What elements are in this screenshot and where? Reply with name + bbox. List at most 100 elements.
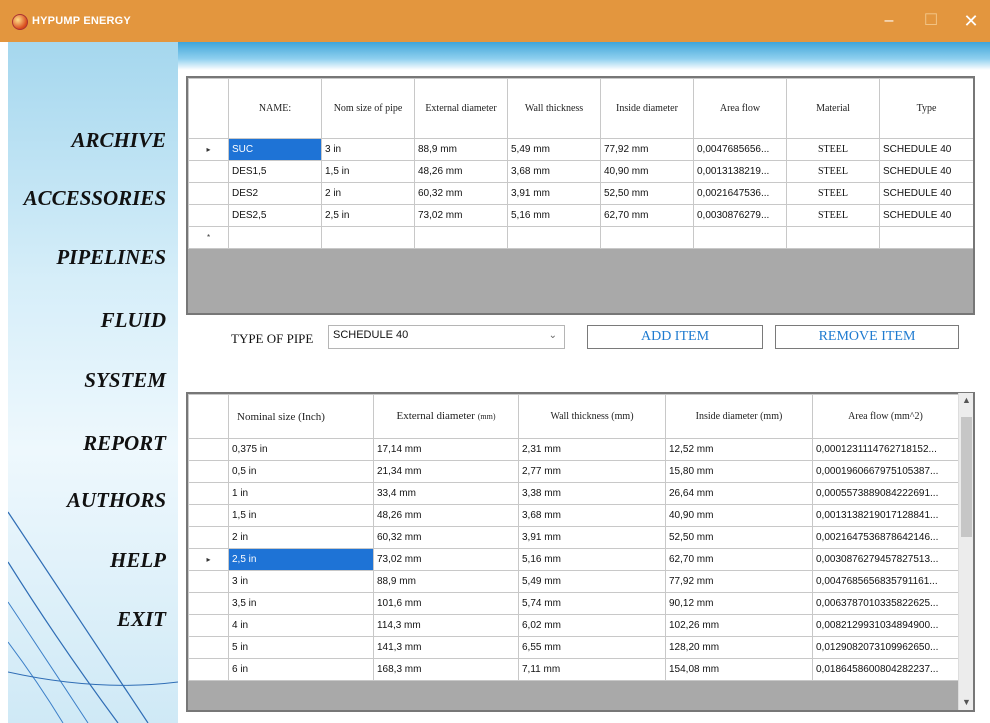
table-cell[interactable]: DES1,5: [228, 160, 322, 183]
table-row[interactable]: DES2 2 in 60,32 mm 3,91 mm 52,50 mm 0,00…: [188, 182, 973, 205]
minimize-button[interactable]: ‒: [874, 8, 904, 34]
column-header[interactable]: Wall thickness: [507, 78, 601, 139]
remove-item-button[interactable]: REMOVE ITEM: [775, 325, 959, 349]
nav-archive[interactable]: ARCHIVE: [71, 128, 166, 153]
scrollbar-thumb[interactable]: [961, 417, 972, 537]
table-cell[interactable]: 2,5 in: [321, 204, 415, 227]
table-cell[interactable]: DES2: [228, 182, 322, 205]
table-cell[interactable]: SCHEDULE 40: [879, 204, 973, 227]
table-cell[interactable]: 15,80 mm: [665, 460, 813, 483]
column-header[interactable]: Area flow: [693, 78, 787, 139]
new-row[interactable]: *: [188, 226, 973, 249]
table-cell[interactable]: 0,0001960667975105387...: [812, 460, 959, 483]
table-cell[interactable]: 3,68 mm: [507, 160, 601, 183]
table-cell[interactable]: 48,26 mm: [373, 504, 519, 527]
row-header[interactable]: [188, 460, 229, 483]
table-cell[interactable]: 48,26 mm: [414, 160, 508, 183]
table-cell[interactable]: 52,50 mm: [600, 182, 694, 205]
nav-report[interactable]: REPORT: [83, 431, 166, 456]
type-of-pipe-select[interactable]: SCHEDULE 40 ⌄: [328, 325, 565, 349]
table-cell[interactable]: 2,77 mm: [518, 460, 666, 483]
table-cell[interactable]: 40,90 mm: [665, 504, 813, 527]
column-header[interactable]: NAME:: [228, 78, 322, 139]
table-cell[interactable]: [321, 226, 415, 249]
table-cell[interactable]: 0,5 in: [228, 460, 374, 483]
table-cell[interactable]: SCHEDULE 40: [879, 160, 973, 183]
table-cell[interactable]: SCHEDULE 40: [879, 138, 973, 161]
row-header[interactable]: [188, 204, 229, 227]
table-cell[interactable]: 0,0030876279...: [693, 204, 787, 227]
table-cell[interactable]: 0,0047685656...: [693, 138, 787, 161]
table-cell[interactable]: 168,3 mm: [373, 658, 519, 681]
table-cell[interactable]: 62,70 mm: [600, 204, 694, 227]
table-cell[interactable]: 1,5 in: [321, 160, 415, 183]
table-cell[interactable]: [693, 226, 787, 249]
table-cell[interactable]: 114,3 mm: [373, 614, 519, 637]
table-cell[interactable]: 26,64 mm: [665, 482, 813, 505]
table-cell[interactable]: 7,11 mm: [518, 658, 666, 681]
table-cell[interactable]: 0,0129082073109962650...: [812, 636, 959, 659]
table-cell[interactable]: 77,92 mm: [665, 570, 813, 593]
table-cell[interactable]: [228, 226, 322, 249]
table-cell[interactable]: 5,16 mm: [507, 204, 601, 227]
table-cell[interactable]: 101,6 mm: [373, 592, 519, 615]
table-cell[interactable]: 4 in: [228, 614, 374, 637]
nav-pipelines[interactable]: PIPELINES: [56, 245, 166, 270]
table-row[interactable]: 1,5 in 48,26 mm 3,68 mm 40,90 mm 0,001313821…: [188, 504, 959, 527]
nav-system[interactable]: SYSTEM: [84, 368, 166, 393]
table-row[interactable]: ▸ 2,5 in 73,02 mm 5,16 mm 62,70 mm 0,00308762…: [188, 548, 959, 571]
nav-help[interactable]: HELP: [110, 548, 166, 573]
table-cell[interactable]: [414, 226, 508, 249]
column-header[interactable]: Material: [786, 78, 880, 139]
table-cell[interactable]: [507, 226, 601, 249]
table-cell[interactable]: 102,26 mm: [665, 614, 813, 637]
column-header[interactable]: External diameter (mm): [373, 394, 519, 439]
table-cell[interactable]: 141,3 mm: [373, 636, 519, 659]
pipe-sizes-grid[interactable]: Nominal size (Inch) External diameter (m…: [186, 392, 975, 712]
table-cell[interactable]: 3,68 mm: [518, 504, 666, 527]
row-header[interactable]: [188, 160, 229, 183]
new-row-indicator[interactable]: *: [188, 226, 229, 249]
table-row[interactable]: DES2,5 2,5 in 73,02 mm 5,16 mm 62,70 mm …: [188, 204, 973, 227]
table-cell[interactable]: [786, 226, 880, 249]
table-cell[interactable]: 60,32 mm: [373, 526, 519, 549]
row-header[interactable]: [188, 614, 229, 637]
table-row[interactable]: 5 in 141,3 mm 6,55 mm 128,20 mm 0,0129082073…: [188, 636, 959, 659]
column-header[interactable]: Area flow (mm^2): [812, 394, 959, 439]
table-cell[interactable]: 12,52 mm: [665, 438, 813, 461]
table-cell[interactable]: SCHEDULE 40: [879, 182, 973, 205]
column-header[interactable]: Wall thickness (mm): [518, 394, 666, 439]
table-cell[interactable]: 3,91 mm: [507, 182, 601, 205]
table-row[interactable]: 6 in 168,3 mm 7,11 mm 154,08 mm 0,0186458600…: [188, 658, 959, 681]
maximize-button[interactable]: ☐: [916, 8, 946, 34]
table-cell[interactable]: 3 in: [228, 570, 374, 593]
table-cell[interactable]: 62,70 mm: [665, 548, 813, 571]
vertical-scrollbar[interactable]: ▲ ▼: [958, 393, 973, 710]
table-cell[interactable]: 5,16 mm: [518, 548, 666, 571]
table-cell[interactable]: 3 in: [321, 138, 415, 161]
row-header[interactable]: [188, 570, 229, 593]
table-row[interactable]: 0,5 in 21,34 mm 2,77 mm 15,80 mm 0,000196066…: [188, 460, 959, 483]
nav-authors[interactable]: AUTHORS: [67, 488, 166, 513]
table-cell[interactable]: 88,9 mm: [373, 570, 519, 593]
table-row[interactable]: DES1,5 1,5 in 48,26 mm 3,68 mm 40,90 mm …: [188, 160, 973, 183]
row-header[interactable]: [188, 658, 229, 681]
column-header[interactable]: External diameter: [414, 78, 508, 139]
row-header[interactable]: [188, 438, 229, 461]
table-cell[interactable]: 88,9 mm: [414, 138, 508, 161]
table-cell[interactable]: 1,5 in: [228, 504, 374, 527]
table-cell[interactable]: 5,74 mm: [518, 592, 666, 615]
nav-fluid[interactable]: FLUID: [101, 308, 166, 333]
pipes-grid[interactable]: NAME: Nom size of pipe External diameter…: [186, 76, 975, 315]
table-cell[interactable]: 0,0021647536...: [693, 182, 787, 205]
table-cell[interactable]: SUC: [228, 138, 322, 161]
column-header[interactable]: Nominal size (Inch): [228, 394, 374, 439]
table-cell[interactable]: 5 in: [228, 636, 374, 659]
row-header[interactable]: [188, 182, 229, 205]
current-row-indicator[interactable]: ▸: [188, 138, 229, 161]
table-cell[interactable]: 0,0186458600804282237...: [812, 658, 959, 681]
table-row[interactable]: 3,5 in 101,6 mm 5,74 mm 90,12 mm 0,006378701…: [188, 592, 959, 615]
scroll-down-arrow-icon[interactable]: ▼: [959, 695, 974, 710]
chevron-down-icon[interactable]: ⌄: [549, 330, 557, 341]
table-cell[interactable]: 40,90 mm: [600, 160, 694, 183]
